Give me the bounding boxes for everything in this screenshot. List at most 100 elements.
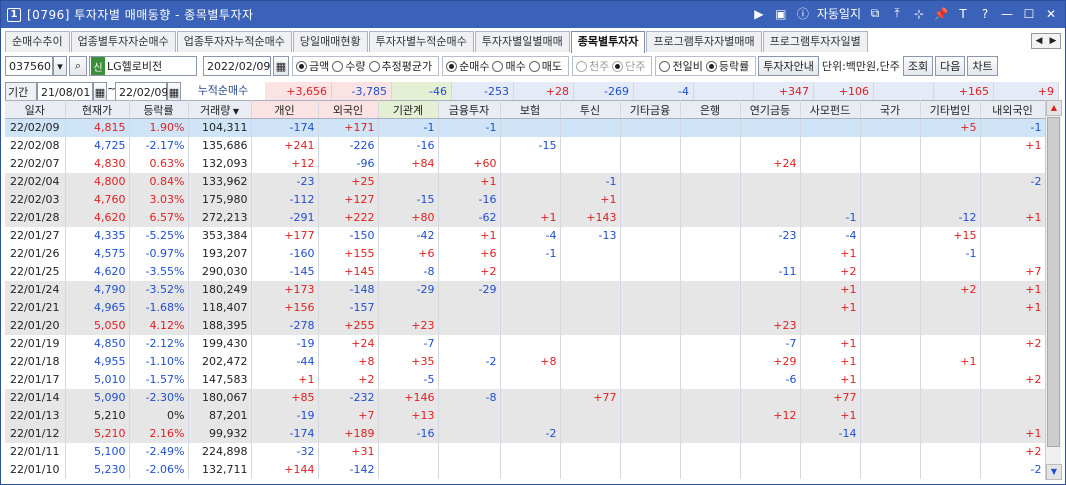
- table-row[interactable]: 22/01/28 4,620 6.57% 272,213 -291 +222 +80 -62 +…: [5, 208, 1045, 227]
- table-row[interactable]: 22/01/24 4,790 -3.52% 180,249 +173 -148 -29 -29…: [5, 280, 1045, 299]
- header-6[interactable]: 기관계: [378, 100, 439, 119]
- table-row[interactable]: 22/01/18 4,955 -1.10% 202,472 -44 +8 +35 -2 +8 +2…: [5, 352, 1045, 371]
- table-row[interactable]: 22/01/17 5,010 -1.57% 147,583 +1 +2 -5 -6 +1 +2: [5, 370, 1045, 389]
- auto-journal-label[interactable]: 자동일지: [817, 5, 861, 22]
- zoom-icon[interactable]: ⊹: [911, 6, 927, 22]
- to-calendar-icon[interactable]: ▦: [167, 82, 181, 102]
- cell-6: -29: [378, 280, 439, 299]
- title-bar[interactable]: 1 [0796] 투자자별 매매동향 - 종목별투자자 ▶ ▣ ⓘ 자동일지 ⧉…: [1, 1, 1065, 28]
- tab-scroll-left-icon[interactable]: ◀: [1032, 34, 1046, 48]
- header-12[interactable]: 연기금등: [740, 100, 801, 119]
- help-icon[interactable]: ?: [977, 6, 993, 22]
- table-row[interactable]: 22/01/26 4,575 -0.97% 193,207 -160 +155 +6 +6 -1…: [5, 244, 1045, 263]
- radio-buy[interactable]: 매수: [492, 58, 526, 74]
- period-from-input[interactable]: 21/08/01: [37, 82, 93, 102]
- tab-scroll-right-icon[interactable]: ▶: [1046, 34, 1060, 48]
- table-row[interactable]: 22/01/27 4,335 -5.25% 353,384 +177 -150 -42 +1-…: [5, 226, 1045, 245]
- table-row[interactable]: 22/01/13 5,210 0% 87,201 -19 +7 +13 +12 +1: [5, 406, 1045, 425]
- investor-guide-button[interactable]: 투자자안내: [758, 56, 819, 76]
- header-16[interactable]: 내외국인: [980, 100, 1045, 119]
- header-1[interactable]: 현재가: [65, 100, 130, 119]
- table-row[interactable]: 22/02/04 4,800 0.84% 133,962 -23 +25 +1 -1 -2: [5, 172, 1045, 191]
- table-row[interactable]: 22/01/25 4,620 -3.55% 290,030 -145 +145 -8 +2 -1…: [5, 262, 1045, 281]
- period-to-input[interactable]: 22/02/09: [115, 82, 168, 102]
- table-row[interactable]: 22/02/09 4,815 1.90% 104,311 -174 +171 -1 -1 +5-…: [5, 118, 1045, 137]
- tab-0[interactable]: 순매수추이: [5, 31, 70, 52]
- radio-net-buy[interactable]: 순매수: [446, 58, 489, 74]
- radio-amount[interactable]: 금액: [296, 58, 329, 74]
- tab-5[interactable]: 투자자별일별매매: [474, 31, 570, 52]
- table-row[interactable]: 22/02/08 4,725 -2.17% 135,686 +241 -226 -16 -15…: [5, 136, 1045, 155]
- cell-5: +155: [318, 244, 379, 263]
- header-7[interactable]: 금융투자: [438, 100, 501, 119]
- radio-sell[interactable]: 매도: [528, 58, 562, 74]
- date-input[interactable]: 2022/02/09: [203, 56, 271, 76]
- scroll-thumb[interactable]: [1047, 117, 1060, 447]
- table-row[interactable]: 22/02/03 4,760 3.03% 175,980 -112 +127 -15 -16 +…: [5, 190, 1045, 209]
- table-row[interactable]: 22/01/19 4,850 -2.12% 199,430 -19 +24 -7 -7 +1 +2: [5, 334, 1045, 353]
- table-row[interactable]: 22/01/20 5,050 4.12% 188,395 -278 +255 +23 +23: [5, 316, 1045, 335]
- cell-9: [560, 118, 621, 137]
- table-row[interactable]: 22/02/07 4,830 0.63% 132,093 +12 -96 +84 +60 +24: [5, 154, 1045, 173]
- radio-quantity[interactable]: 수량: [332, 58, 366, 74]
- stock-code-input[interactable]: 037560: [5, 56, 53, 76]
- font-icon[interactable]: T: [955, 6, 971, 22]
- cell-12: +23: [740, 316, 801, 335]
- tab-3[interactable]: 당일매매현황: [292, 31, 368, 52]
- memo-icon[interactable]: ▣: [773, 6, 789, 22]
- from-calendar-icon[interactable]: ▦: [93, 82, 107, 102]
- header-8[interactable]: 보험: [500, 100, 561, 119]
- minimize-icon[interactable]: —: [999, 6, 1015, 22]
- scroll-down-icon[interactable]: ▼: [1046, 464, 1062, 480]
- code-dropdown-icon[interactable]: ▾: [53, 56, 67, 76]
- radio-prev-diff[interactable]: 전일비: [659, 58, 703, 74]
- tab-4[interactable]: 투자자별누적순매수: [368, 31, 474, 52]
- play-icon[interactable]: ▶: [751, 6, 767, 22]
- query-button[interactable]: 조회: [902, 56, 934, 76]
- tab-scroll[interactable]: ◀ ▶: [1031, 33, 1061, 49]
- link-icon[interactable]: ⧉: [867, 6, 883, 22]
- cell-10: [620, 352, 681, 371]
- close-icon[interactable]: ✕: [1043, 6, 1059, 22]
- tab-1[interactable]: 업종별투자자순매수: [70, 31, 176, 52]
- vertical-scrollbar[interactable]: ▲ ▼: [1045, 100, 1062, 480]
- table-row[interactable]: 22/01/12 5,210 2.16% 99,932 -174 +189 -16 -2 -14…: [5, 424, 1045, 443]
- calendar-icon[interactable]: ▦: [273, 56, 289, 76]
- search-icon[interactable]: ⌕: [69, 56, 87, 76]
- radio-avg-price[interactable]: 추정평균가: [368, 58, 432, 74]
- header-5[interactable]: 외국인: [318, 100, 379, 119]
- table-row[interactable]: 22/01/21 4,965 -1.68% 118,407 +156 -157 +1 +1: [5, 298, 1045, 317]
- next-button[interactable]: 다음: [935, 56, 966, 76]
- header-3[interactable]: 거래량 ▼: [188, 100, 252, 119]
- header-13[interactable]: 사모펀드: [800, 100, 861, 119]
- radio-thousand-shares[interactable]: 천주: [575, 58, 609, 74]
- header-10[interactable]: 기타금융: [620, 100, 681, 119]
- cell-0: 22/01/12: [5, 424, 66, 443]
- table-row[interactable]: 22/01/14 5,090 -2.30% 180,067 +85 -232 +146 -8 +…: [5, 388, 1045, 407]
- tab-6[interactable]: 종목별투자자: [570, 31, 646, 53]
- header-14[interactable]: 국가: [860, 100, 921, 119]
- pin-top-icon[interactable]: ⤒: [889, 6, 905, 22]
- header-0[interactable]: 일자: [5, 100, 66, 119]
- table-row[interactable]: 22/01/11 5,100 -2.49% 224,898 -32 +31 +2: [5, 442, 1045, 461]
- header-4[interactable]: 개인: [251, 100, 319, 119]
- scroll-up-icon[interactable]: ▲: [1046, 100, 1062, 116]
- header-2[interactable]: 등락률: [129, 100, 189, 119]
- maximize-icon[interactable]: ☐: [1021, 6, 1037, 22]
- header-15[interactable]: 기타법인: [920, 100, 981, 119]
- header-9[interactable]: 투신: [560, 100, 621, 119]
- header-11[interactable]: 은행: [680, 100, 741, 119]
- table-row[interactable]: 22/01/10 5,230 -2.06% 132,711 +144 -142 -2: [5, 460, 1045, 479]
- pin-icon[interactable]: 📌: [933, 6, 949, 22]
- cell-4: -32: [251, 442, 319, 461]
- radio-change-rate[interactable]: 등락률: [705, 58, 749, 74]
- cell-1: 5,010: [65, 370, 130, 389]
- radio-single-shares[interactable]: 단주: [612, 58, 645, 74]
- tab-2[interactable]: 업종투자자누적순매수: [176, 31, 292, 52]
- tab-7[interactable]: 프로그램투자자별매매: [646, 31, 762, 52]
- cell-7: [438, 406, 501, 425]
- chart-button[interactable]: 차트: [967, 56, 998, 76]
- tab-8[interactable]: 프로그램투자자일별: [762, 31, 868, 52]
- alarm-icon[interactable]: ⓘ: [795, 6, 811, 22]
- sort-down-icon[interactable]: ▼: [230, 107, 239, 116]
